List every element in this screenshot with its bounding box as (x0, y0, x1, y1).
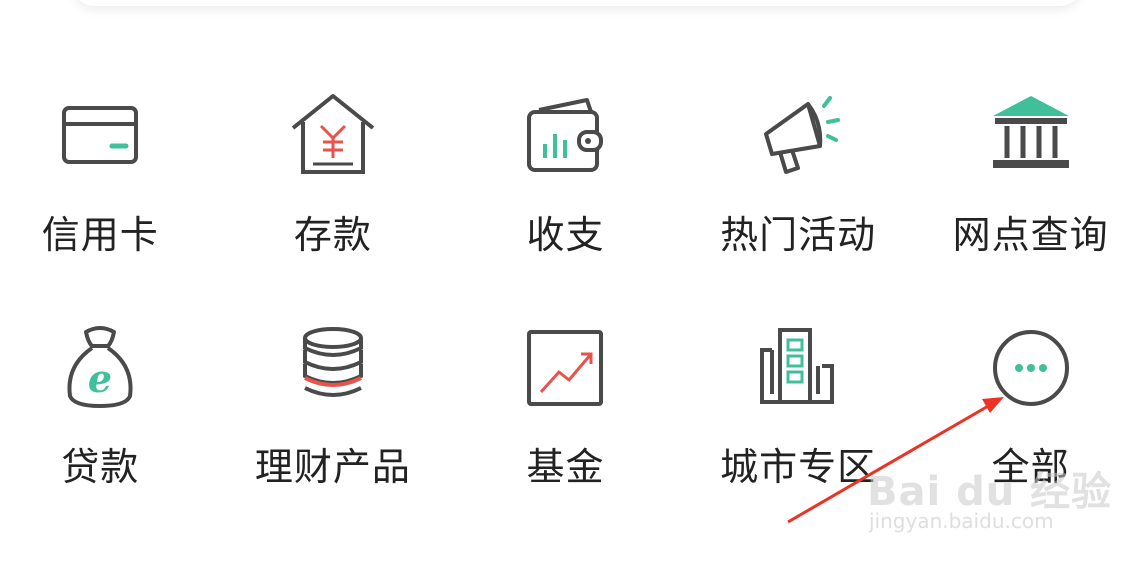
service-item-fund[interactable]: 基金 (449, 312, 682, 544)
wallet-chart-icon (517, 88, 613, 184)
service-item-income-expense[interactable]: 收支 (449, 80, 682, 312)
service-label: 城市专区 (720, 445, 877, 489)
service-row-2: e 贷款 理财产品 基金 城市专区 全部 (0, 312, 1147, 544)
service-item-all[interactable]: 全部 (914, 312, 1147, 544)
service-item-deposit[interactable]: 存款 (217, 80, 450, 312)
svg-text:e: e (88, 356, 112, 401)
service-label: 贷款 (61, 445, 140, 489)
house-yuan-icon (285, 88, 381, 184)
service-label: 基金 (526, 445, 605, 489)
trend-chart-icon (517, 320, 613, 416)
megaphone-icon (750, 88, 846, 184)
service-label: 存款 (293, 213, 372, 257)
credit-card-icon (52, 88, 148, 184)
coin-stack-icon (285, 320, 381, 416)
service-item-credit-card[interactable]: 信用卡 (0, 80, 217, 312)
top-card-edge (72, 0, 1082, 6)
service-row-1: 信用卡 存款 收支 热门活动 网点查询 (0, 80, 1147, 312)
bank-building-icon (983, 88, 1079, 184)
service-item-branch-query[interactable]: 网点查询 (914, 80, 1147, 312)
service-grid-page: 信用卡 存款 收支 热门活动 网点查询 e 贷款 理财产品 基金 城市专区 全部… (0, 0, 1147, 563)
service-item-wealth-products[interactable]: 理财产品 (217, 312, 450, 544)
service-item-hot-events[interactable]: 热门活动 (682, 80, 915, 312)
service-label: 网点查询 (952, 213, 1109, 257)
service-item-loan[interactable]: e 贷款 (0, 312, 217, 544)
city-building-icon (750, 320, 846, 416)
service-label: 收支 (526, 213, 605, 257)
service-grid: 信用卡 存款 收支 热门活动 网点查询 e 贷款 理财产品 基金 城市专区 全部 (0, 80, 1147, 544)
money-bag-icon: e (52, 320, 148, 416)
more-dots-icon (983, 320, 1079, 416)
service-label: 热门活动 (720, 213, 877, 257)
service-label: 信用卡 (41, 213, 159, 257)
service-item-city-zone[interactable]: 城市专区 (682, 312, 915, 544)
service-label: 全部 (991, 445, 1070, 489)
service-label: 理财产品 (254, 445, 411, 489)
